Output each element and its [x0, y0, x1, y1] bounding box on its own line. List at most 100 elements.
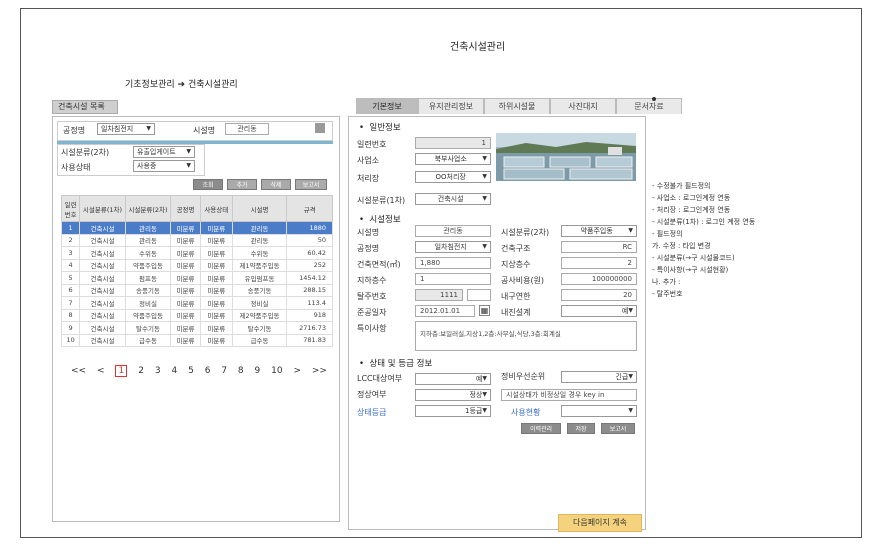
status-report-button[interactable]: 보고서	[601, 423, 635, 434]
table-row[interactable]: 8 건축시설 약품주입동 미분류 미분류 제2약품주입동 918	[60, 308, 333, 322]
table-cell: 4	[60, 258, 81, 272]
asset-number-extra[interactable]	[467, 289, 491, 301]
save-button[interactable]: 저장	[567, 423, 595, 434]
page-button[interactable]: 2	[138, 366, 144, 376]
page-button[interactable]: 8	[238, 366, 244, 376]
column-header[interactable]: 공정명	[170, 195, 201, 222]
chevron-down-icon: ▼	[482, 391, 487, 398]
completion-date-input[interactable]: 2012.01.01	[415, 305, 475, 317]
priority-select[interactable]: 긴급 ▼	[561, 371, 637, 383]
status-filter-select[interactable]: 사용중 ▼	[133, 160, 195, 172]
facility-filter-input[interactable]: 관리동	[225, 123, 269, 135]
below-floors-input[interactable]: 1	[415, 273, 491, 285]
search-button[interactable]: 조회	[193, 179, 223, 190]
special-notes-label: 특이사항	[357, 324, 387, 333]
class2-filter-select[interactable]: 유출입게이트 ▼	[133, 146, 195, 158]
area-input[interactable]: 1,880	[415, 257, 491, 269]
facility-list-tab[interactable]: 건축시설 목록	[52, 100, 118, 114]
table-row[interactable]: 10 건축시설 급수동 미분류 미분류 급수동 781.83	[60, 333, 333, 347]
column-header[interactable]: 시설명	[231, 195, 288, 222]
usage-status-select[interactable]: ▼	[561, 405, 637, 417]
history-button[interactable]: 이력관리	[521, 423, 561, 434]
asset-number-label: 탈주번호	[357, 292, 387, 301]
tab-maintenance-info[interactable]: 유지관리정보	[418, 98, 484, 114]
table-cell: 급수동	[124, 333, 172, 347]
table-cell: 60.42	[286, 246, 333, 260]
column-header[interactable]: 시설분류(2차)	[124, 195, 172, 222]
lcc-select[interactable]: 예 ▼	[415, 373, 491, 385]
table-row[interactable]: 7 건축시설 정비실 미분류 미분류 정비실 113.4	[60, 296, 333, 310]
chevron-down-icon: ▼	[628, 227, 633, 234]
normal-select[interactable]: 정상 ▼	[415, 389, 491, 401]
report-button[interactable]: 보고서	[295, 179, 327, 190]
tab-sub-facilities[interactable]: 하위시설물	[484, 98, 550, 114]
add-button[interactable]: 추가	[227, 179, 257, 190]
table-row[interactable]: 2 건축시설 관리동 미분류 미분류 관리동 50	[60, 233, 333, 247]
abnormal-note-input[interactable]: 시설상태가 비정상일 경우 key in	[501, 389, 637, 401]
column-header[interactable]: 시설분류(1차)	[79, 195, 126, 222]
last-page-button[interactable]: >>	[312, 366, 327, 376]
facility-class2-select[interactable]: 약품주입동 ▼	[561, 225, 637, 237]
class1-select[interactable]: 건축시설 ▼	[415, 193, 491, 205]
treatment-plant-image	[496, 133, 636, 181]
chevron-down-icon: ▼	[186, 148, 191, 155]
seismic-select[interactable]: 예 ▼	[561, 305, 637, 317]
column-header[interactable]: 일련번호	[60, 195, 81, 222]
chevron-down-icon: ▼	[482, 407, 487, 414]
tab-documents[interactable]: 문서자료	[616, 98, 682, 114]
cost-label: 공사비용(원)	[501, 276, 545, 285]
process-select[interactable]: 일차침전지 ▼	[415, 241, 491, 253]
plant-select[interactable]: OO처리장 ▼	[415, 171, 491, 183]
table-row[interactable]: 3 건축시설 수위동 미분류 미분류 수위동 60.42	[60, 246, 333, 260]
tab-photos[interactable]: 사진대지	[550, 98, 616, 114]
usage-status-label[interactable]: 사용현황	[511, 407, 540, 418]
table-row[interactable]: 4 건축시설 약품주입동 미분류 미분류 제1약품주입동 252	[60, 258, 333, 272]
page-button[interactable]: 10	[271, 366, 282, 376]
status-info-title: • 상태 및 등급 정보	[359, 359, 433, 369]
table-row[interactable]: 6 건축시설 송풍기동 미분류 미분류 송풍기동 288.15	[60, 283, 333, 297]
above-floors-input[interactable]: 2	[561, 257, 637, 269]
page-button[interactable]: 4	[171, 366, 177, 376]
page-button[interactable]: 7	[221, 366, 227, 376]
table-cell: 관리동	[124, 233, 172, 247]
special-notes-textarea[interactable]: 지하층:보일러실,지상1,2층:사무실,식당,3층:회계실	[415, 321, 637, 351]
process-filter-select[interactable]: 일차침전지 ▼	[97, 123, 155, 135]
table-row[interactable]: 9 건축시설 탈수기동 미분류 미분류 탈수기동 2716.73	[60, 321, 333, 335]
table-row[interactable]: 1 건축시설 관리동 미분류 미분류 관리동 1880	[60, 221, 333, 235]
durability-input[interactable]: 20	[561, 289, 637, 301]
page-button[interactable]: 6	[205, 366, 211, 376]
table-cell: 건축시설	[79, 233, 126, 247]
facility-name-input[interactable]: 관리동	[415, 225, 491, 237]
column-header[interactable]: 규격	[286, 195, 333, 222]
page-button[interactable]: 3	[155, 366, 161, 376]
page-button[interactable]: 5	[188, 366, 194, 376]
table-cell: 미분류	[199, 258, 233, 272]
next-page-continue-button[interactable]: 다음페이지 계속	[558, 514, 642, 532]
completion-date-label: 준공일자	[357, 308, 387, 317]
detail-panel: • 일반정보 일련번호 1 사업소 북부사업소 ▼ 처리장 OO처리장 ▼ 시설분류…	[348, 116, 646, 530]
structure-input[interactable]: RC	[561, 241, 637, 253]
lcc-label: LCC대상여부	[357, 374, 403, 383]
cost-input[interactable]: 100000000	[561, 273, 637, 285]
seismic-label: 내진설계	[501, 308, 531, 317]
prev-page-button[interactable]: <	[97, 366, 105, 376]
below-floors-label: 지하층수	[357, 276, 387, 285]
table-cell: 미분류	[199, 221, 233, 235]
tab-basic-info[interactable]: 기본정보	[356, 98, 418, 114]
note-line: 가. 수정 : 타입 변경	[652, 242, 711, 250]
page-button-current[interactable]: 1	[115, 365, 128, 377]
search-icon[interactable]	[315, 123, 325, 133]
table-cell: 건축시설	[79, 246, 126, 260]
first-page-button[interactable]: <<	[71, 366, 86, 376]
page-button[interactable]: 9	[255, 366, 261, 376]
office-select[interactable]: 북부사업소 ▼	[415, 153, 491, 165]
grade-select[interactable]: 1등급 ▼	[415, 405, 491, 417]
table-row[interactable]: 5 건축시설 펌프동 미분류 미분류 유입펌프동 1454.12	[60, 271, 333, 285]
delete-button[interactable]: 삭제	[261, 179, 291, 190]
table-cell: 미분류	[170, 258, 201, 272]
next-page-button[interactable]: >	[293, 366, 301, 376]
table-cell: 건축시설	[79, 308, 126, 322]
table-cell: 수위동	[124, 246, 172, 260]
column-header[interactable]: 사용상태	[199, 195, 233, 222]
calendar-icon[interactable]: ▦	[479, 305, 490, 316]
